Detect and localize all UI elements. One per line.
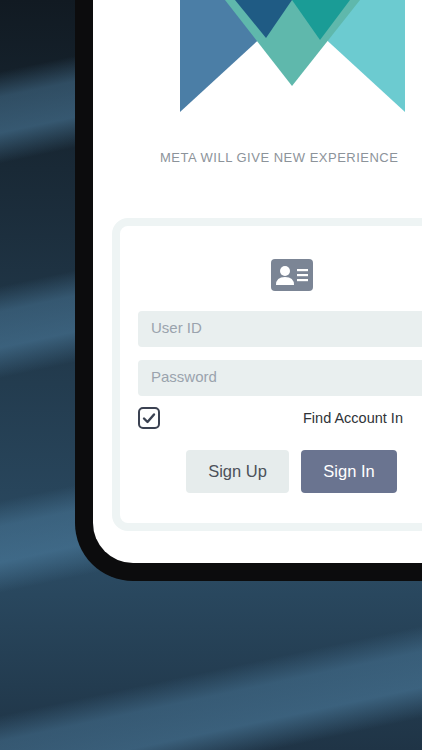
remember-checkbox[interactable] [138, 407, 160, 429]
login-fields [138, 311, 422, 396]
user-id-field[interactable] [138, 311, 422, 347]
find-account-link[interactable]: Find Account In [303, 407, 403, 429]
app-screen: META WILL GIVE NEW EXPERIENCE Find Accoun… [93, 0, 422, 563]
options-row: Find Account In [138, 407, 422, 429]
id-icon-wrap [138, 259, 422, 291]
background-photo: META WILL GIVE NEW EXPERIENCE Find Accoun… [0, 0, 422, 750]
login-card: Find Account In Sign Up Sign In [112, 218, 422, 531]
check-icon [142, 411, 156, 425]
password-field[interactable] [138, 360, 422, 396]
id-card-icon [271, 259, 313, 291]
device-frame: META WILL GIVE NEW EXPERIENCE Find Accoun… [75, 0, 422, 581]
sign-up-button[interactable]: Sign Up [186, 450, 289, 493]
sign-in-button[interactable]: Sign In [301, 450, 397, 493]
button-row: Sign Up Sign In [138, 450, 422, 493]
tagline: META WILL GIVE NEW EXPERIENCE [160, 150, 422, 166]
logo-icon [180, 0, 405, 112]
